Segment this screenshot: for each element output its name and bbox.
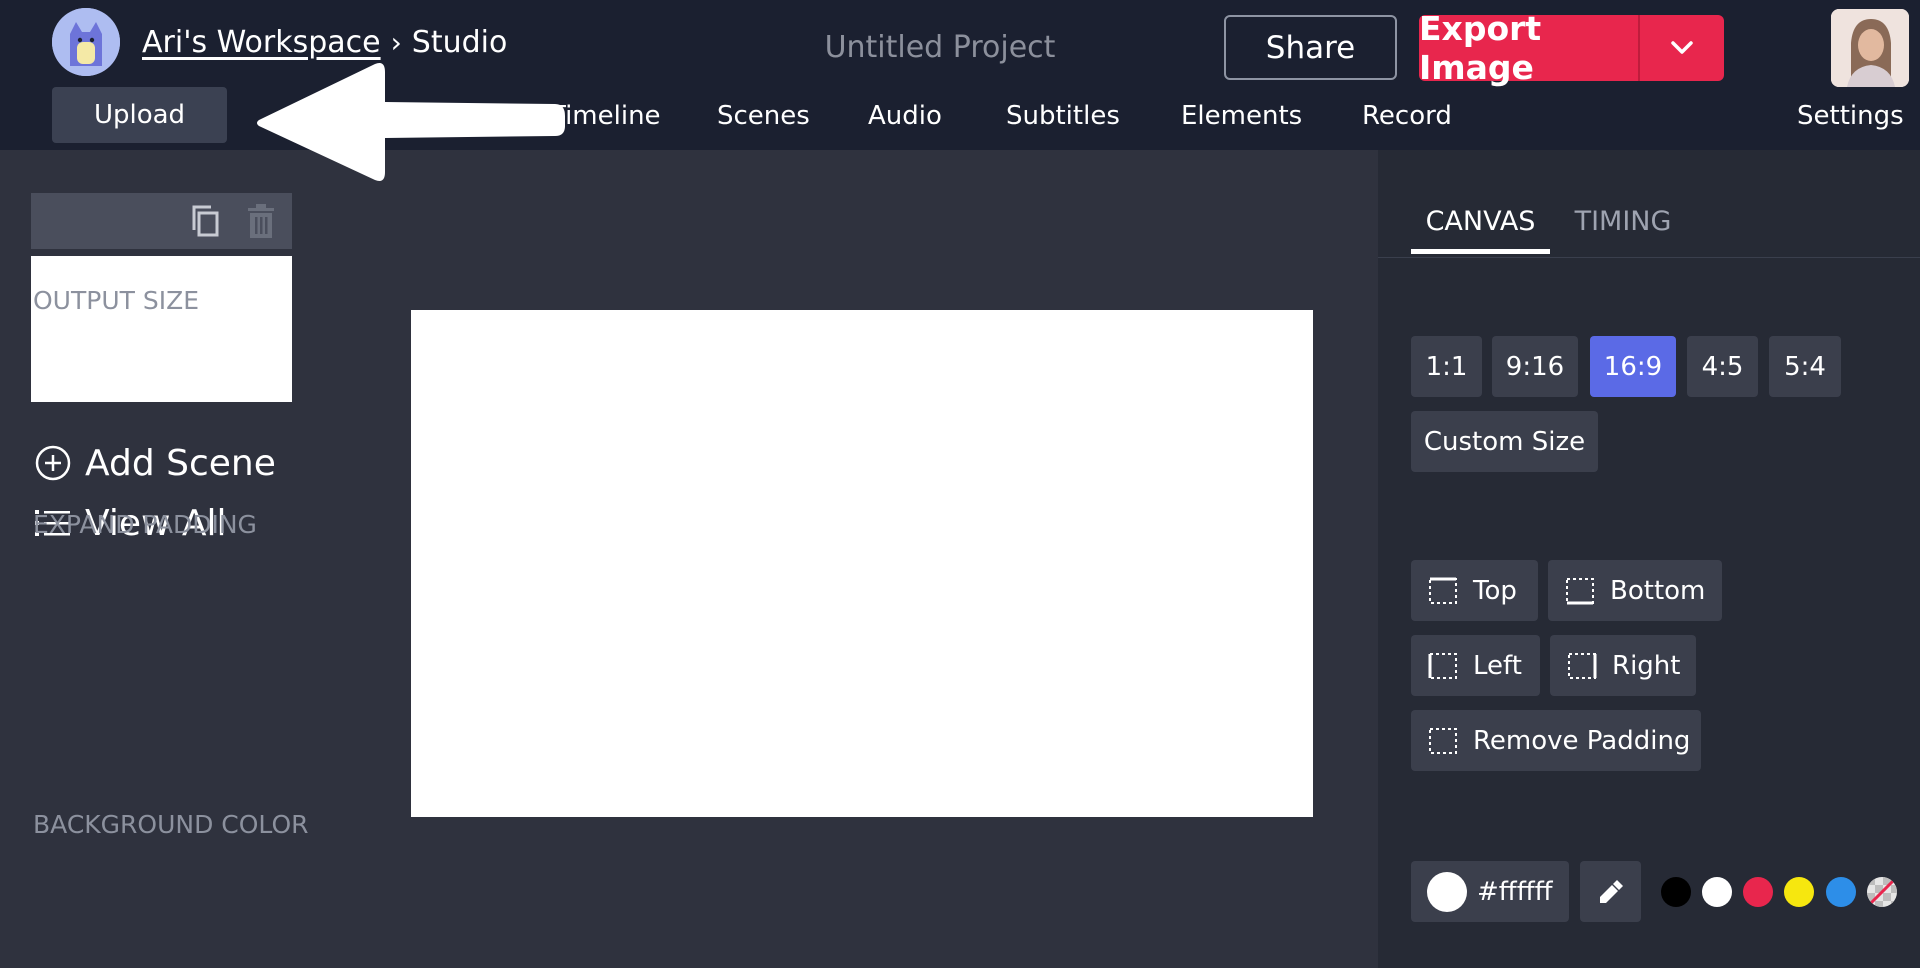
pad-top-button[interactable]: Top (1411, 560, 1538, 621)
background-color-picker[interactable]: #ffffff (1411, 861, 1569, 922)
swatch-white[interactable] (1702, 877, 1732, 907)
remove-padding-label: Remove Padding (1473, 725, 1691, 756)
upload-button[interactable]: Upload (52, 87, 227, 143)
eyedropper-button[interactable] (1580, 861, 1641, 922)
size-1-1-button[interactable]: 1:1 (1411, 336, 1482, 397)
padding-top-icon (1429, 577, 1457, 604)
pad-bottom-label: Bottom (1610, 575, 1706, 606)
breadcrumb-workspace-link[interactable]: Ari's Workspace (142, 25, 381, 60)
editing-canvas[interactable] (411, 310, 1313, 817)
pad-left-label: Left (1473, 650, 1522, 681)
nav-audio[interactable]: Audio (868, 98, 942, 134)
swatch-red[interactable] (1743, 877, 1773, 907)
swatch-blue[interactable] (1826, 877, 1856, 907)
workspace-avatar-icon[interactable] (52, 8, 120, 76)
breadcrumb-current: Studio (411, 24, 508, 60)
plus-circle-icon (33, 443, 73, 483)
nav-elements[interactable]: Elements (1181, 98, 1302, 134)
nav-scenes[interactable]: Scenes (717, 98, 810, 134)
swatch-transparent[interactable] (1867, 877, 1897, 907)
padding-left-icon (1428, 652, 1457, 679)
nav-record[interactable]: Record (1362, 98, 1452, 134)
share-button[interactable]: Share (1224, 15, 1397, 80)
properties-panel: CANVAS TIMING (1378, 150, 1920, 968)
output-size-label: OUTPUT SIZE (33, 286, 200, 315)
remove-padding-button[interactable]: Remove Padding (1411, 710, 1701, 771)
swatch-black[interactable] (1661, 877, 1691, 907)
size-9-16-button[interactable]: 9:16 (1492, 336, 1578, 397)
pad-right-button[interactable]: Right (1550, 635, 1696, 696)
trash-icon[interactable] (243, 203, 279, 239)
export-image-button[interactable]: Export Image (1419, 9, 1724, 87)
arrow-left-icon (257, 63, 565, 181)
user-avatar[interactable] (1831, 9, 1909, 87)
pad-left-button[interactable]: Left (1411, 635, 1540, 696)
eyedropper-icon (1599, 879, 1623, 903)
project-title[interactable]: Untitled Project (780, 26, 1100, 70)
size-4-5-button[interactable]: 4:5 (1687, 336, 1758, 397)
chevron-down-icon (1671, 41, 1693, 54)
expand-padding-label: EXPAND PADDING (33, 510, 257, 539)
transparent-icon (1867, 877, 1897, 907)
pad-right-label: Right (1612, 650, 1681, 681)
nav-settings[interactable]: Settings (1797, 98, 1904, 134)
export-dropdown-toggle[interactable] (1638, 15, 1724, 81)
scene-toolbar (31, 193, 292, 249)
panel-tabs: CANVAS TIMING (1378, 150, 1920, 258)
background-color-label: BACKGROUND COLOR (33, 810, 309, 839)
size-5-4-button[interactable]: 5:4 (1769, 336, 1841, 397)
current-color-swatch (1427, 871, 1467, 912)
padding-bottom-icon (1566, 577, 1594, 604)
add-scene-label: Add Scene (85, 442, 276, 484)
custom-size-button[interactable]: Custom Size (1411, 411, 1598, 472)
tab-timing[interactable]: TIMING (1563, 202, 1683, 254)
top-header: Ari's Workspace › Studio Untitled Projec… (0, 0, 1920, 181)
padding-right-icon (1568, 652, 1597, 679)
padding-none-icon (1429, 727, 1457, 754)
pad-top-label: Top (1473, 575, 1517, 606)
duplicate-icon[interactable] (187, 203, 223, 239)
background-hex-value: #ffffff (1477, 876, 1553, 907)
pad-bottom-button[interactable]: Bottom (1548, 560, 1722, 621)
nav-subtitles[interactable]: Subtitles (1006, 98, 1120, 134)
breadcrumb: Ari's Workspace › Studio (142, 20, 507, 64)
swatch-yellow[interactable] (1784, 877, 1814, 907)
add-scene-button[interactable]: Add Scene (33, 440, 276, 486)
breadcrumb-separator: › (390, 25, 402, 59)
scene-thumbnail[interactable] (31, 256, 292, 402)
size-16-9-button[interactable]: 16:9 (1590, 336, 1676, 397)
tab-canvas[interactable]: CANVAS (1411, 202, 1550, 254)
